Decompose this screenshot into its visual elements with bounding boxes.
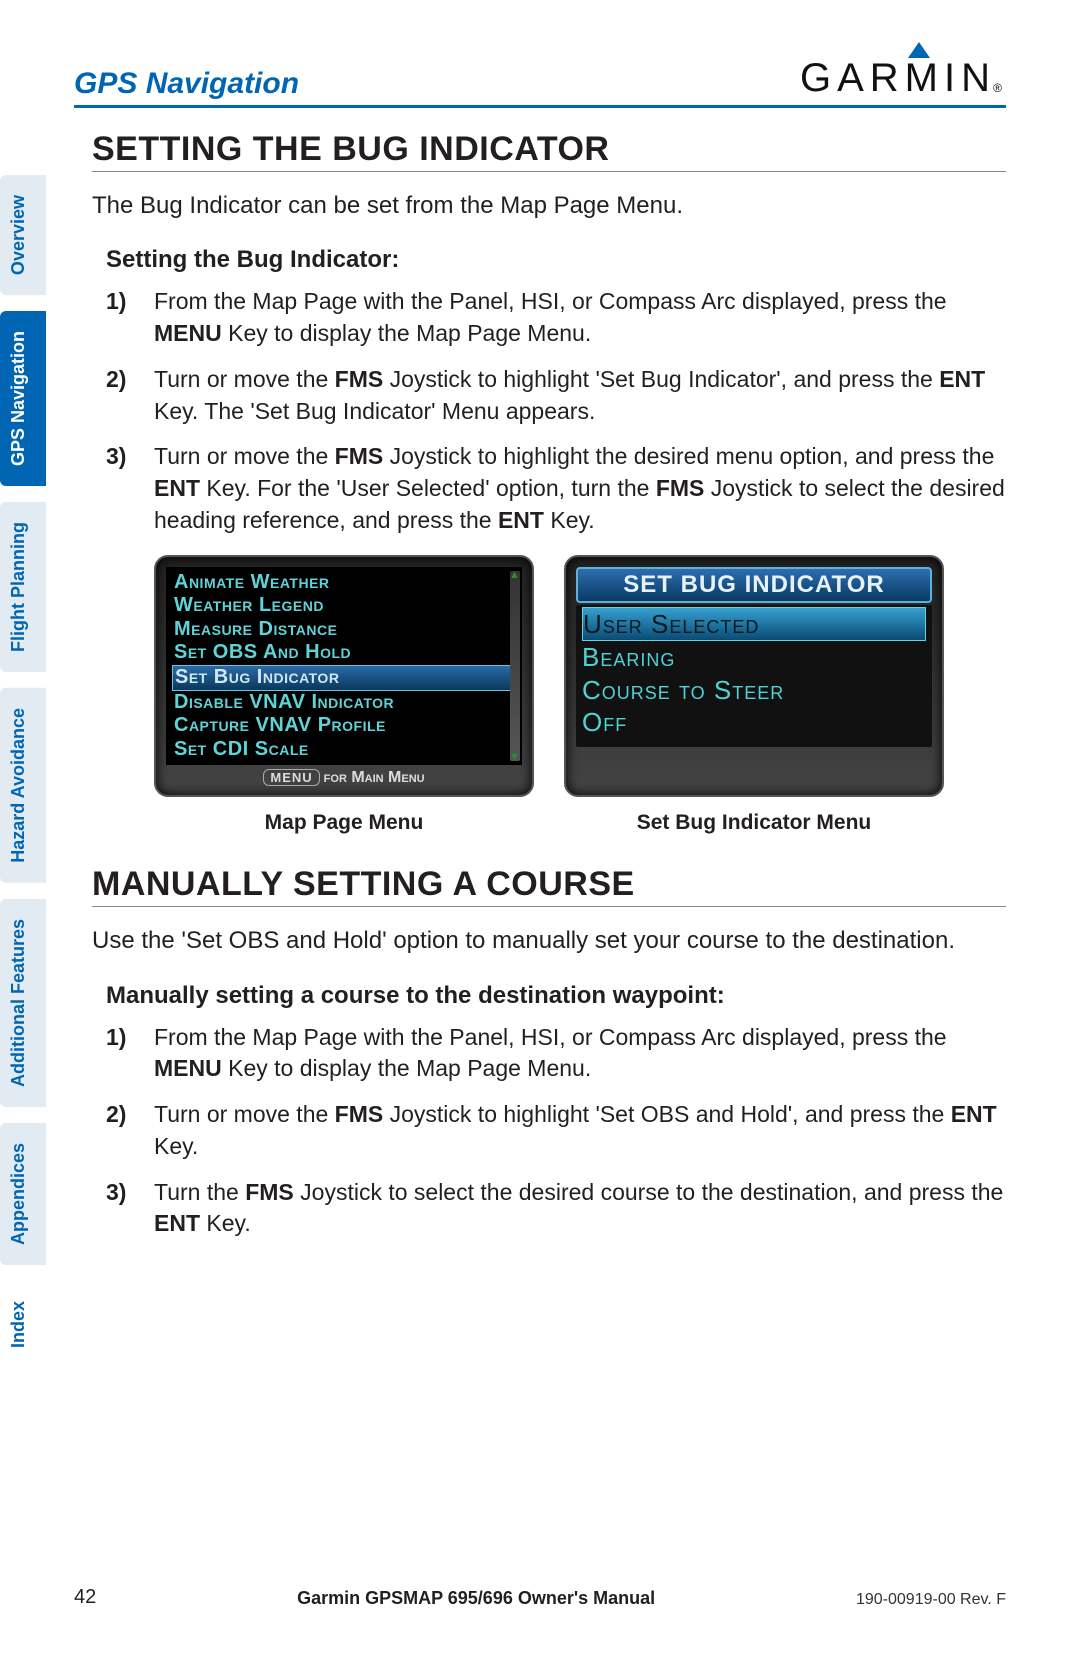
menu-key-icon: MENU — [263, 769, 319, 786]
menu-item: Measure Distance — [172, 618, 516, 642]
subheading-course: Manually setting a course to the destina… — [106, 982, 1006, 1010]
heading-manual-course: MANUALLY SETTING A COURSE — [92, 865, 1006, 907]
sbi-option: Course to Steer — [582, 674, 926, 707]
sbi-title: SET BUG INDICATOR — [576, 567, 932, 603]
step-text: Turn or move the FMS Joystick to highlig… — [154, 1099, 1006, 1162]
step-text: From the Map Page with the Panel, HSI, o… — [154, 286, 1006, 349]
step-num: 1) — [106, 286, 136, 349]
intro-course: Use the 'Set OBS and Hold' option to man… — [92, 925, 1006, 957]
step-num: 1) — [106, 1022, 136, 1085]
sbi-options: User Selected Bearing Course to Steer Of… — [576, 605, 932, 747]
tab-additional-features[interactable]: Additional Features — [0, 899, 46, 1107]
step-num: 2) — [106, 1099, 136, 1162]
step: 1) From the Map Page with the Panel, HSI… — [106, 1022, 1006, 1085]
step: 3) Turn the FMS Joystick to select the d… — [106, 1177, 1006, 1240]
menu-list: Animate Weather Weather Legend Measure D… — [166, 567, 522, 766]
set-bug-indicator-screen: SET BUG INDICATOR User Selected Bearing … — [564, 555, 944, 798]
logo-text: GARMIN — [800, 56, 996, 101]
step-num: 3) — [106, 1177, 136, 1240]
menu-item: Set CDI Scale — [172, 738, 516, 762]
step-text: From the Map Page with the Panel, HSI, o… — [154, 1022, 1006, 1085]
step-text: Turn or move the FMS Joystick to highlig… — [154, 364, 1006, 427]
device-footer: MENUfor Main Menu — [166, 769, 522, 787]
step-text: Turn or move the FMS Joystick to highlig… — [154, 441, 1006, 536]
revision-label: 190-00919-00 Rev. F — [856, 1591, 1006, 1609]
screenshot-row: Animate Weather Weather Legend Measure D… — [92, 555, 1006, 798]
sbi-option-selected: User Selected — [582, 607, 926, 642]
caption-map-menu: Map Page Menu — [154, 811, 534, 835]
page-content: SETTING THE BUG INDICATOR The Bug Indica… — [92, 130, 1006, 1254]
menu-item: Disable VNAV Indicator — [172, 691, 516, 715]
subheading-bug: Setting the Bug Indicator: — [106, 246, 1006, 274]
menu-item: Capture VNAV Profile — [172, 714, 516, 738]
step-num: 3) — [106, 441, 136, 536]
caption-row: Map Page Menu Set Bug Indicator Menu — [92, 811, 1006, 835]
step: 3) Turn or move the FMS Joystick to high… — [106, 441, 1006, 536]
tab-appendices[interactable]: Appendices — [0, 1123, 46, 1265]
tab-index[interactable]: Index — [0, 1281, 46, 1368]
heading-bug-indicator: SETTING THE BUG INDICATOR — [92, 130, 1006, 172]
tab-hazard-avoidance[interactable]: Hazard Avoidance — [0, 688, 46, 883]
menu-item-selected: Set Bug Indicator — [172, 665, 516, 691]
sbi-option: Bearing — [582, 641, 926, 674]
garmin-triangle-icon — [908, 42, 930, 58]
page-footer: 42 Garmin GPSMAP 695/696 Owner's Manual … — [74, 1586, 1006, 1609]
step: 1) From the Map Page with the Panel, HSI… — [106, 286, 1006, 349]
steps-bug: 1) From the Map Page with the Panel, HSI… — [106, 286, 1006, 536]
step: 2) Turn or move the FMS Joystick to high… — [106, 364, 1006, 427]
menu-item: Animate Weather — [172, 571, 516, 595]
step-text: Turn the FMS Joystick to select the desi… — [154, 1177, 1006, 1240]
step-num: 2) — [106, 364, 136, 427]
section-title: GPS Navigation — [74, 67, 299, 101]
intro-bug: The Bug Indicator can be set from the Ma… — [92, 190, 1006, 222]
menu-item: Weather Legend — [172, 594, 516, 618]
garmin-logo: GARMIN ® — [800, 56, 1006, 101]
caption-sbi-menu: Set Bug Indicator Menu — [564, 811, 944, 835]
sbi-option: Off — [582, 706, 926, 739]
scrollbar-icon — [510, 571, 520, 762]
steps-course: 1) From the Map Page with the Panel, HSI… — [106, 1022, 1006, 1240]
map-page-menu-screen: Animate Weather Weather Legend Measure D… — [154, 555, 534, 798]
registered-icon: ® — [993, 81, 1008, 95]
manual-title: Garmin GPSMAP 695/696 Owner's Manual — [297, 1588, 655, 1609]
step: 2) Turn or move the FMS Joystick to high… — [106, 1099, 1006, 1162]
tab-overview[interactable]: Overview — [0, 175, 46, 295]
page-header: GPS Navigation GARMIN ® — [74, 56, 1006, 108]
tab-flight-planning[interactable]: Flight Planning — [0, 502, 46, 672]
menu-item: Set OBS and Hold — [172, 641, 516, 665]
page-number: 42 — [74, 1586, 96, 1609]
side-tab-bar: Overview GPS Navigation Flight Planning … — [0, 175, 46, 1368]
tab-gps-navigation[interactable]: GPS Navigation — [0, 311, 46, 486]
